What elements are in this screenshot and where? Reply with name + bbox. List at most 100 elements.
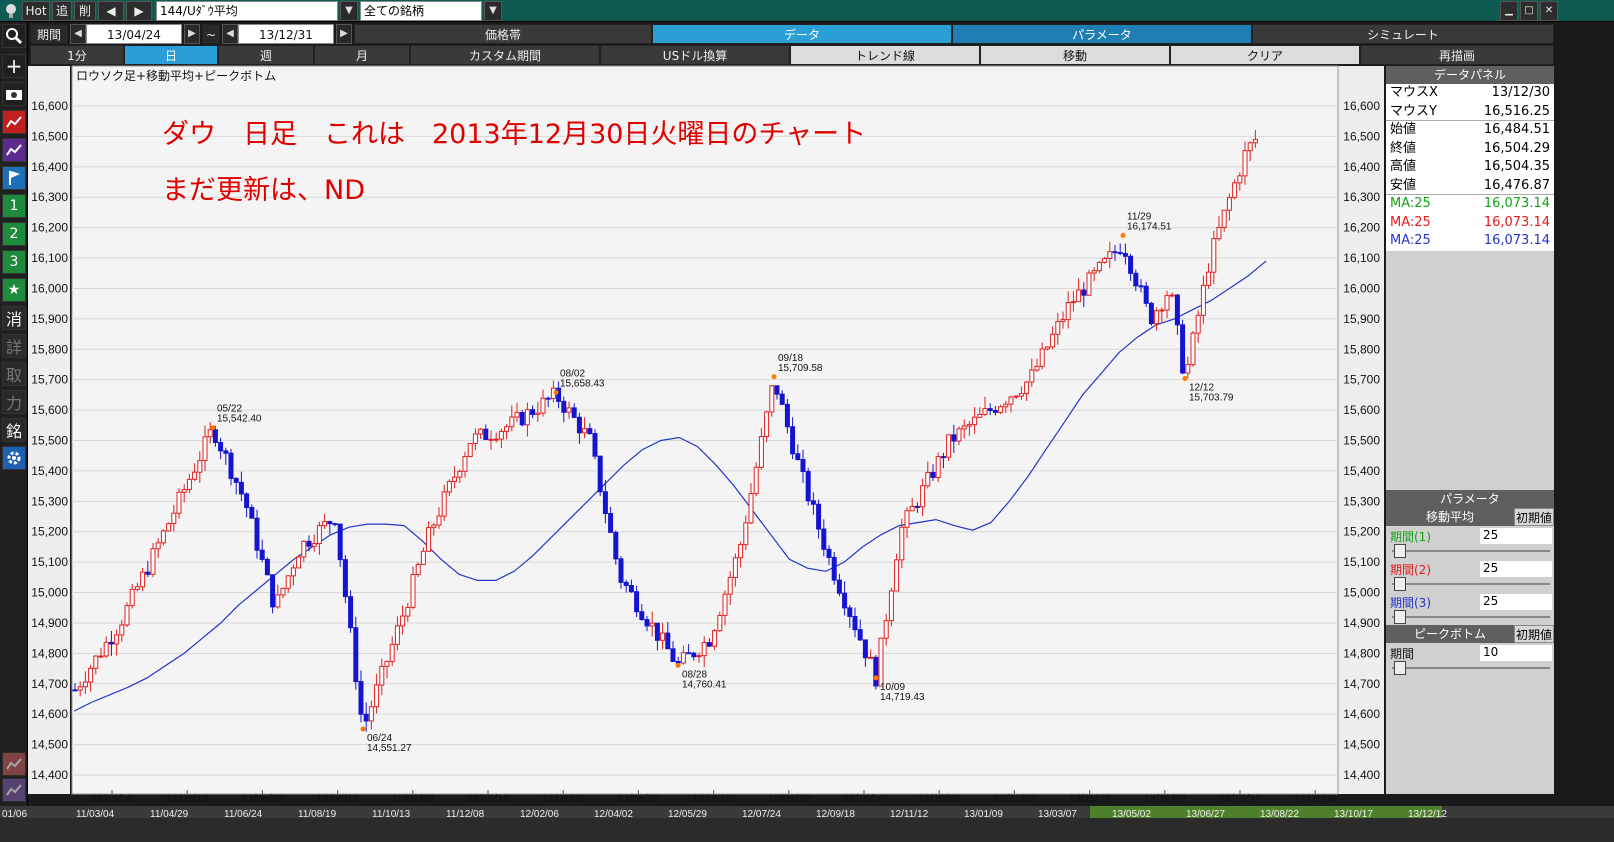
- custom-period-button[interactable]: カスタム期間: [410, 45, 600, 65]
- candle-body: [218, 441, 224, 452]
- bulb-icon[interactable]: [2, 2, 20, 20]
- candle-body: [1200, 284, 1206, 316]
- candle-body: [176, 491, 182, 514]
- candle-body: [1154, 310, 1160, 325]
- preset-2-button[interactable]: 2: [2, 222, 26, 246]
- symbol-dropdown-icon[interactable]: ▼: [340, 1, 358, 21]
- redraw-button[interactable]: 再描画: [1360, 45, 1554, 65]
- filter-dropdown-icon[interactable]: ▼: [484, 1, 502, 21]
- brand-button[interactable]: 銘: [2, 418, 26, 442]
- pb-period-slider[interactable]: [1390, 661, 1552, 675]
- tab-data[interactable]: データ: [652, 24, 952, 44]
- candle-body: [114, 634, 120, 645]
- candle-body: [270, 574, 276, 608]
- next-arrow-icon[interactable]: ▶: [126, 1, 152, 21]
- trend-line-button[interactable]: トレンド線: [790, 45, 980, 65]
- candle-body: [140, 571, 146, 588]
- candle-body: [353, 627, 359, 683]
- timeline-date: 13/03/07: [1038, 809, 1077, 820]
- chart2-toggle-icon[interactable]: [2, 778, 26, 802]
- tab-price-band[interactable]: 価格帯: [354, 24, 652, 44]
- interval-1min[interactable]: 1分: [30, 45, 124, 65]
- candle-body: [956, 428, 962, 442]
- candle-body: [613, 531, 619, 560]
- candle-body: [514, 412, 520, 418]
- interval-month[interactable]: 月: [314, 45, 410, 65]
- filter-field[interactable]: 全ての銘柄: [360, 1, 482, 21]
- mouse-y-row: マウスY 16,516.25: [1386, 102, 1554, 121]
- from-date-field[interactable]: 13/04/24: [86, 24, 182, 44]
- candle-body: [930, 471, 936, 478]
- preset-1-button[interactable]: 1: [2, 194, 26, 218]
- timeline-date: 01/06: [2, 809, 27, 820]
- period1-slider[interactable]: [1390, 544, 1552, 558]
- candle-body: [150, 548, 156, 575]
- hot-button[interactable]: Hot: [22, 1, 50, 21]
- low-row: 安値 16,476.87: [1386, 176, 1554, 195]
- interval-day[interactable]: 日: [124, 45, 218, 65]
- candle-body: [223, 450, 229, 454]
- pb-period-input[interactable]: 10: [1480, 645, 1552, 661]
- candle-body: [478, 428, 484, 435]
- minimize-icon[interactable]: ▁: [1500, 1, 1518, 21]
- from-next-icon[interactable]: ▶: [184, 24, 200, 44]
- candle-body: [779, 393, 785, 405]
- candle-body: [1195, 314, 1201, 334]
- to-prev-icon[interactable]: ◀: [222, 24, 238, 44]
- period1-input[interactable]: 25: [1480, 528, 1552, 544]
- chart2-icon[interactable]: [2, 138, 26, 162]
- candle-body: [483, 428, 489, 441]
- pb-reset-button[interactable]: 初期値: [1514, 625, 1554, 643]
- timeline-date: 12/02/06: [520, 809, 559, 820]
- data-panel-header: データパネル: [1386, 66, 1554, 84]
- gear-icon[interactable]: [2, 446, 26, 470]
- maximize-icon[interactable]: □: [1520, 1, 1538, 21]
- candle-body: [498, 430, 504, 440]
- from-prev-icon[interactable]: ◀: [70, 24, 86, 44]
- close-icon[interactable]: ✕: [1540, 1, 1558, 21]
- erase-button[interactable]: 消: [2, 306, 26, 330]
- chart-icon[interactable]: [2, 110, 26, 134]
- side-panel: データパネル マウスX 13/12/30 マウスY 16,516.25 始値 16,4…: [1386, 66, 1554, 794]
- move-button[interactable]: 移動: [980, 45, 1170, 65]
- chart-toggle-icon[interactable]: [2, 752, 26, 776]
- period3-slider[interactable]: [1390, 610, 1552, 624]
- symbol-field[interactable]: 144/Uﾀﾞｳ平均: [156, 1, 338, 21]
- camera-icon[interactable]: [2, 82, 26, 106]
- tab-parameter[interactable]: パラメータ: [952, 24, 1252, 44]
- delete-button[interactable]: 削: [74, 1, 96, 21]
- candle-body: [1070, 301, 1076, 304]
- interval-week[interactable]: 週: [218, 45, 314, 65]
- candle-body: [1086, 272, 1092, 296]
- preset-3-button[interactable]: 3: [2, 250, 26, 274]
- candle-body: [441, 491, 447, 517]
- to-next-icon[interactable]: ▶: [336, 24, 352, 44]
- candle-body: [82, 681, 88, 688]
- prev-arrow-icon[interactable]: ◀: [98, 1, 124, 21]
- flag-icon[interactable]: [2, 166, 26, 190]
- add-button[interactable]: 追: [52, 1, 72, 21]
- period2-input[interactable]: 25: [1480, 561, 1552, 577]
- search-icon[interactable]: [2, 24, 26, 48]
- period2-slider[interactable]: [1390, 577, 1552, 591]
- power-button[interactable]: 力: [2, 390, 26, 414]
- trade-button[interactable]: 取: [2, 362, 26, 386]
- period3-input[interactable]: 25: [1480, 594, 1552, 610]
- candle-body: [1050, 333, 1056, 348]
- candle-body: [1252, 139, 1258, 144]
- candle-body: [332, 523, 338, 526]
- usd-convert-button[interactable]: USドル換算: [600, 45, 790, 65]
- overview-timeline[interactable]: 01/06 11/03/04 11/04/29 11/06/24 11/08/19 11/…: [0, 806, 1614, 842]
- candle-body: [379, 665, 385, 686]
- ma-reset-button[interactable]: 初期値: [1514, 508, 1554, 526]
- plus-icon[interactable]: +: [2, 54, 26, 78]
- candle-body: [639, 611, 645, 621]
- star-icon[interactable]: ★: [2, 278, 26, 302]
- tab-simulate[interactable]: シミュレート: [1252, 24, 1554, 44]
- detail-button[interactable]: 詳: [2, 334, 26, 358]
- candle-body: [691, 652, 697, 658]
- x-tick-label: 13/06/03: [241, 793, 284, 805]
- clear-button[interactable]: クリア: [1170, 45, 1360, 65]
- candle-body: [244, 493, 250, 509]
- to-date-field[interactable]: 13/12/31: [238, 24, 334, 44]
